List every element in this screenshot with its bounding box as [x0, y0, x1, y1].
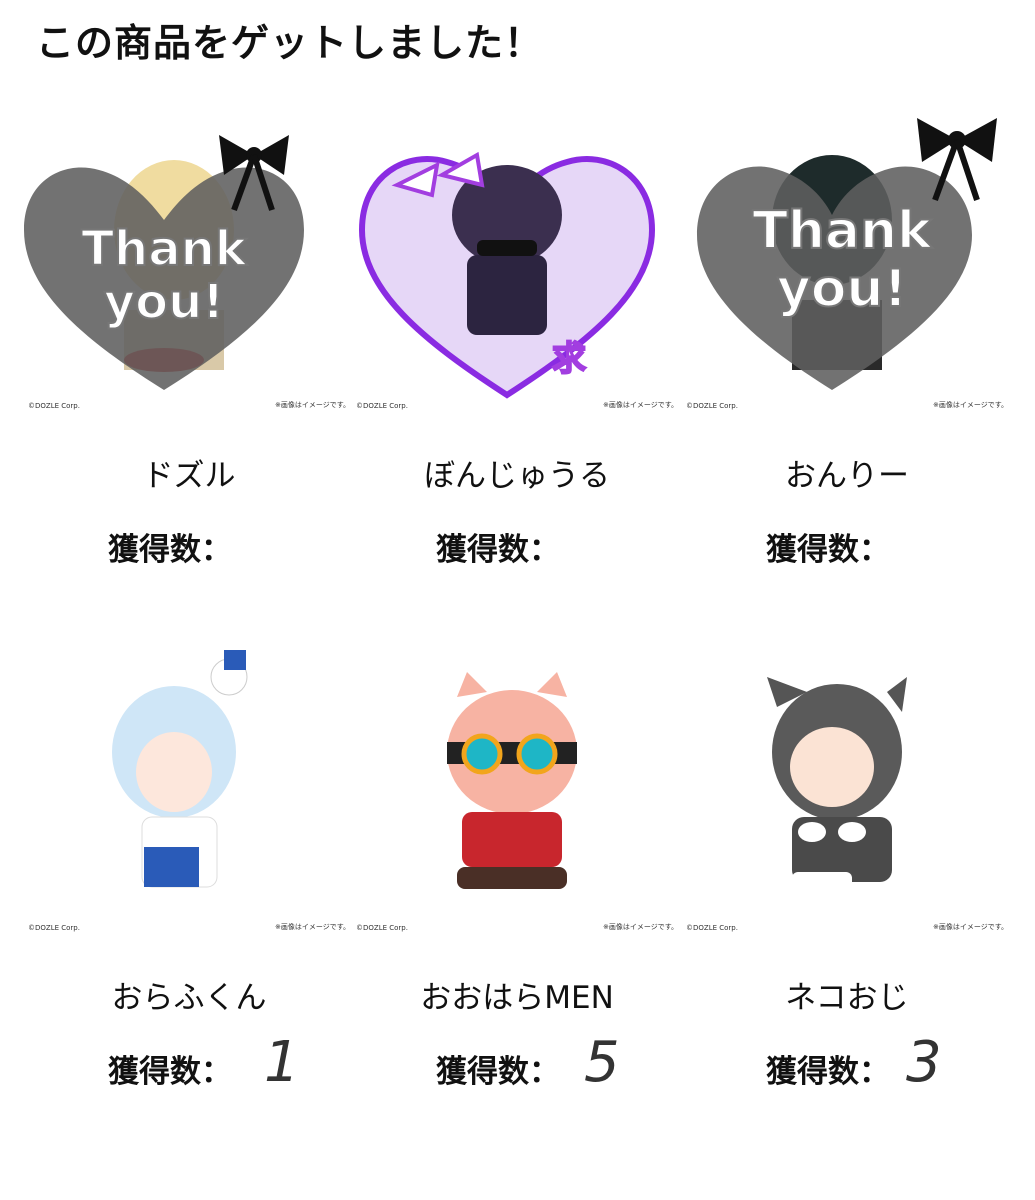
product-card-neko-oji[interactable]: ©DOZLE Corp. ※画像はイメージです。 ネコおじ 獲得数： 3 — [682, 632, 1012, 1095]
character-figure-orafu — [112, 650, 248, 888]
copyright-text: ©DOZLE Corp. — [28, 402, 80, 410]
copyright-text: ©DOZLE Corp. — [356, 402, 408, 410]
character-figure-bonjour: 求 — [358, 151, 656, 399]
image-note-text: ※画像はイメージです。 — [602, 401, 678, 409]
count-value: 1 — [264, 1030, 300, 1095]
product-name: おらふくん — [111, 980, 267, 1016]
image-note-text: ※画像はイメージです。 — [602, 923, 678, 931]
thank-line1: Thank — [752, 201, 933, 261]
thank-line2: you! — [104, 274, 224, 330]
image-note-text: ※画像はイメージです。 — [932, 923, 1008, 931]
product-card-dozle[interactable]: Thank you! ©DOZLE Corp. ※画像はイメージです。 ドズル … — [24, 110, 354, 568]
kanji-sticker: 求 — [552, 339, 586, 379]
count-label: 獲得数： — [436, 1054, 560, 1090]
count-label: 獲得数： — [766, 532, 890, 568]
count-label: 獲得数： — [766, 1054, 890, 1090]
product-card-ohara-men[interactable]: ©DOZLE Corp. ※画像はイメージです。 おおはらMEN 獲得数： 5 — [352, 632, 682, 1095]
product-card-orafu[interactable]: ©DOZLE Corp. ※画像はイメージです。 おらふくん 獲得数： 1 — [24, 632, 354, 1095]
product-card-bonjour[interactable]: 求 ©DOZLE Corp. ※画像はイメージです。 ぼんじゅうる 獲得数： — [352, 110, 682, 568]
copyright-text: ©DOZLE Corp. — [356, 924, 408, 932]
image-note-text: ※画像はイメージです。 — [274, 923, 350, 931]
product-name: おんりー — [785, 458, 909, 494]
copyright-text: ©DOZLE Corp. — [686, 924, 738, 932]
product-image: Thank you! ©DOZLE Corp. ※画像はイメージです。 — [682, 110, 1012, 410]
character-figure-dozle: Thank you! — [24, 135, 304, 390]
product-card-onry[interactable]: Thank you! ©DOZLE Corp. ※画像はイメージです。 おんりー… — [682, 110, 1012, 568]
image-note-text: ※画像はイメージです。 — [274, 401, 350, 409]
count-label: 獲得数： — [108, 1054, 232, 1090]
count-label: 獲得数： — [436, 532, 560, 568]
thank-line1: Thank — [81, 221, 247, 277]
thank-line2: you! — [777, 259, 907, 319]
product-image: ©DOZLE Corp. ※画像はイメージです。 — [24, 632, 354, 932]
count-value: 3 — [906, 1030, 942, 1095]
image-note-text: ※画像はイメージです。 — [932, 401, 1008, 409]
product-name: ネコおじ — [785, 980, 909, 1016]
product-name: ドズル — [142, 458, 236, 494]
character-figure-onry: Thank you! — [697, 118, 997, 390]
count-value: 5 — [584, 1030, 620, 1095]
character-figure-ohara-men — [447, 672, 577, 889]
character-figure-neko-oji — [767, 677, 907, 890]
copyright-text: ©DOZLE Corp. — [28, 924, 80, 932]
page-title: この商品をゲットしました！ — [36, 21, 544, 65]
product-image: ©DOZLE Corp. ※画像はイメージです。 — [682, 632, 1012, 932]
count-label: 獲得数： — [108, 532, 232, 568]
product-name: おおはらMEN — [420, 980, 614, 1016]
copyright-text: ©DOZLE Corp. — [686, 402, 738, 410]
product-image: Thank you! ©DOZLE Corp. ※画像はイメージです。 — [24, 110, 354, 410]
product-image: 求 ©DOZLE Corp. ※画像はイメージです。 — [352, 110, 682, 410]
product-name: ぼんじゅうる — [424, 458, 610, 494]
product-image: ©DOZLE Corp. ※画像はイメージです。 — [352, 632, 682, 932]
